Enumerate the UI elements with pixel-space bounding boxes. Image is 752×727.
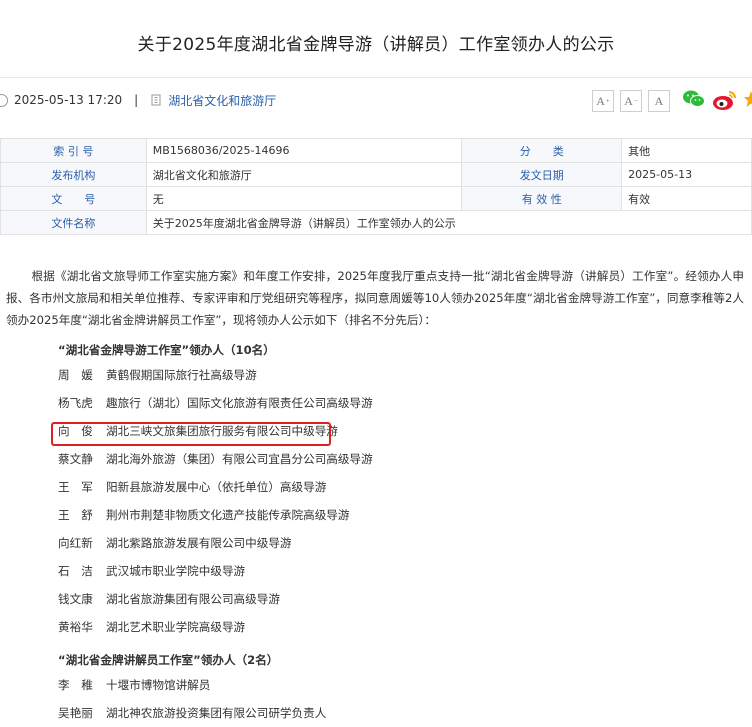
info-value: MB1568036/2025-14696: [145, 138, 463, 163]
list-item: 王 军阳新县旅游发展中心（依托单位）高级导游: [58, 480, 327, 494]
info-value: 湖北省文化和旅游厅: [145, 162, 463, 187]
table-row: 发布机构 湖北省文化和旅游厅 发文日期 2025-05-13: [0, 162, 752, 187]
highlight-box: [51, 422, 331, 446]
font-size-controls: A + A − A: [592, 90, 670, 112]
info-label: 发文日期: [461, 162, 623, 187]
divider: [0, 77, 752, 78]
list-item: 李 稚十堰市博物馆讲解员: [58, 678, 211, 692]
list-item: 杨飞虎 趣旅行（湖北）国际文化旅游有限责任公司高级导游: [58, 396, 373, 410]
info-value: 2025-05-13: [621, 162, 752, 187]
info-label: 文件名称: [0, 210, 147, 235]
article-body: 根据《湖北省文旅导师工作室实施方案》和年度工作安排，2025年度我厅重点支持一批…: [0, 265, 752, 727]
font-larger-button[interactable]: A +: [592, 90, 614, 112]
info-value: 其他: [621, 138, 752, 163]
info-label: 分 类: [461, 138, 623, 163]
info-label: 文 号: [0, 186, 147, 211]
font-smaller-button[interactable]: A −: [620, 90, 642, 112]
document-info-table: 索 引 号 MB1568036/2025-14696 分 类 其他 发布机构 湖…: [0, 138, 752, 235]
meta-separator: |: [134, 93, 139, 107]
publish-datetime: 2025-05-13 17:20: [14, 93, 123, 107]
section-title-interpreters: “湖北省金牌讲解员工作室”领办人（2名）: [58, 653, 279, 667]
table-row: 文 号 无 有 效 性 有效: [0, 186, 752, 211]
building-icon: [151, 94, 161, 106]
list-item: 王 舒荆州市荆楚非物质文化遗产技能传承院高级导游: [58, 508, 350, 522]
clock-icon: [0, 93, 8, 107]
intro-paragraph: 根据《湖北省文旅导师工作室实施方案》和年度工作安排，2025年度我厅重点支持一批…: [6, 269, 744, 327]
list-item: 蔡文静 湖北海外旅游（集团）有限公司宜昌分公司高级导游: [58, 452, 373, 466]
table-row: 文件名称 关于2025年度湖北省金牌导游（讲解员）工作室领办人的公示: [0, 210, 752, 235]
wechat-share-icon[interactable]: [682, 89, 706, 109]
info-value: 有效: [621, 186, 752, 211]
info-label: 索 引 号: [0, 138, 147, 163]
list-item: 黄裕华 湖北艺术职业学院高级导游: [58, 620, 246, 634]
info-value: 关于2025年度湖北省金牌导游（讲解员）工作室领办人的公示: [145, 210, 752, 235]
list-item: 周 媛黄鹤假期国际旅行社高级导游: [58, 368, 257, 382]
list-item: 向红新 湖北紫路旅游发展有限公司中级导游: [58, 536, 292, 550]
info-label: 发布机构: [0, 162, 147, 187]
guides-list: 周 媛黄鹤假期国际旅行社高级导游 杨飞虎 趣旅行（湖北）国际文化旅游有限责任公司高…: [0, 361, 752, 641]
weibo-share-icon[interactable]: [712, 89, 738, 111]
table-row: 索 引 号 MB1568036/2025-14696 分 类 其他: [0, 138, 752, 163]
info-value: 无: [145, 186, 463, 211]
page-title: 关于2025年度湖北省金牌导游（讲解员）工作室领办人的公示: [137, 35, 615, 55]
info-label: 有 效 性: [461, 186, 623, 211]
list-item: 钱文康 湖北省旅游集团有限公司高级导游: [58, 592, 280, 606]
list-item: 石 洁武汉城市职业学院中级导游: [58, 564, 246, 578]
interpreters-list: 李 稚十堰市博物馆讲解员 吴艳丽 湖北神农旅游投资集团有限公司研学负责人: [0, 671, 752, 727]
section-title-guides: “湖北省金牌导游工作室”领办人（10名）: [58, 343, 275, 357]
font-reset-button[interactable]: A: [648, 90, 670, 112]
more-share-icon[interactable]: [744, 89, 752, 109]
source-link[interactable]: 湖北省文化和旅游厅: [168, 92, 276, 109]
